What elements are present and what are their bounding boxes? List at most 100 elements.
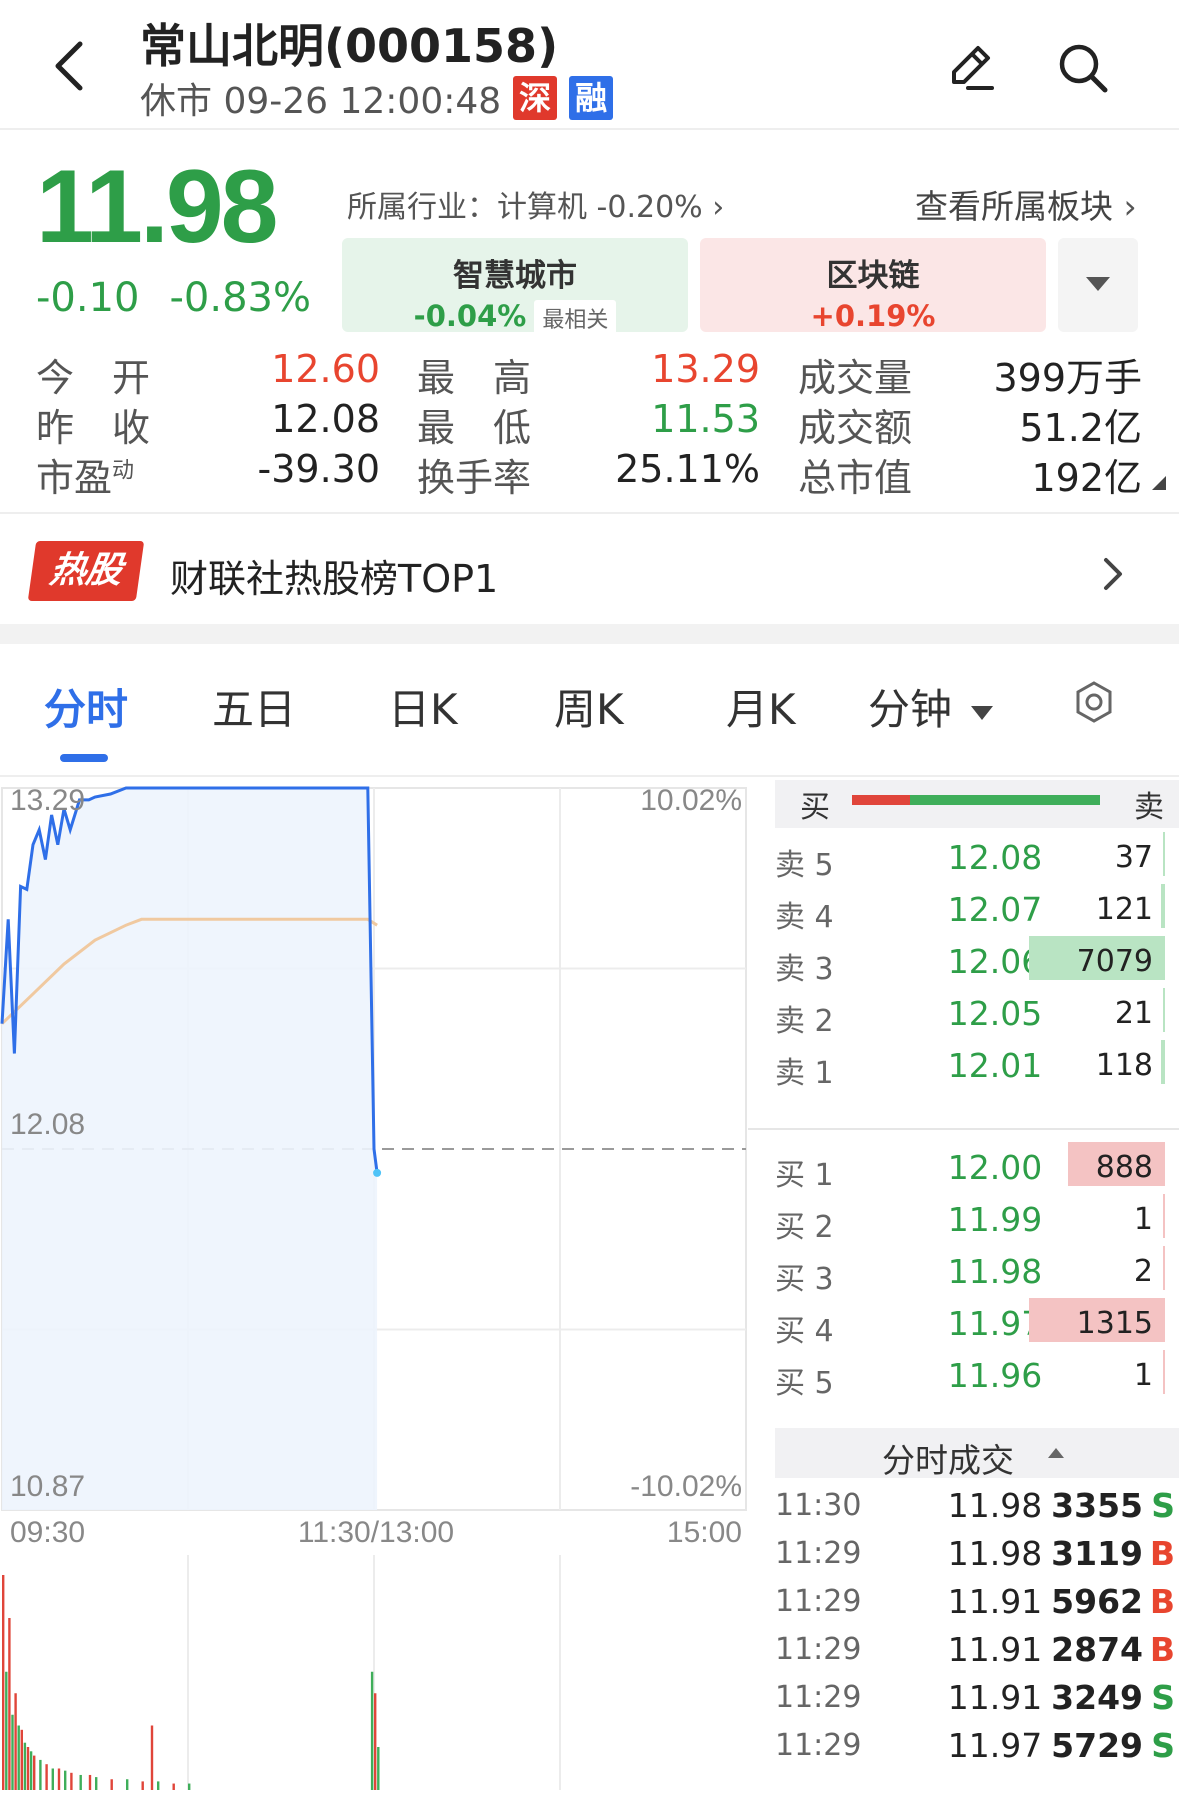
settings-icon[interactable] [1072, 680, 1116, 724]
volume-bar [110, 1779, 113, 1790]
volume-bar [14, 1693, 17, 1790]
level-volume: 37 [1114, 840, 1153, 875]
bid-row[interactable]: 买 3 11.98 2 [775, 1246, 1179, 1306]
ask-row[interactable]: 卖 1 12.01 118 [775, 1040, 1179, 1100]
level-price: 11.99 [947, 1200, 1043, 1239]
pe-label: 市盈动 [36, 447, 134, 502]
tab-monthly-k[interactable]: 月K [726, 676, 796, 737]
sector-change-value: -0.04% [413, 299, 527, 333]
tab-minute[interactable]: 分钟 [868, 676, 995, 737]
caret-up-icon [1048, 1448, 1064, 1458]
level-price: 12.01 [947, 1046, 1043, 1085]
volume-bar [374, 1693, 377, 1790]
view-sector-text: 查看所属板块 [915, 187, 1113, 226]
volume-bar [5, 1671, 8, 1790]
tick-trades-title: 分时成交 [882, 1441, 1014, 1480]
volume-bar [64, 1770, 67, 1790]
volume-bar [141, 1781, 144, 1790]
volume-bar [126, 1779, 129, 1790]
y-axis-max-label: 13.29 [10, 784, 85, 817]
trade-time: 11:29 [775, 1632, 862, 1667]
volume-bar [88, 1774, 92, 1790]
trade-price: 11.91 [947, 1630, 1043, 1669]
amount-value: 51.2亿 [1019, 406, 1142, 450]
level-label: 卖 4 [775, 900, 834, 935]
buy-strength-bar [852, 795, 910, 805]
sector-card-smart-city[interactable]: 智慧城市 -0.04% 最相关 [342, 238, 688, 336]
ask-row[interactable]: 卖 2 12.05 21 [775, 988, 1179, 1048]
tab-intraday[interactable]: 分时 [44, 676, 128, 737]
tick-trade-row: 11:29 11.91 5962 B [775, 1580, 1179, 1628]
sector-change: -0.04% 最相关 [342, 299, 688, 336]
level-price: 12.05 [947, 994, 1043, 1033]
level-label: 买 2 [775, 1210, 834, 1245]
tick-trade-row: 11:29 11.91 3249 S [775, 1676, 1179, 1724]
view-sector-link[interactable]: 查看所属板块 › [915, 180, 1137, 228]
bid-row[interactable]: 买 2 11.99 1 [775, 1194, 1179, 1254]
volume-depth-bar [1163, 988, 1165, 1032]
volume-bar [172, 1783, 175, 1790]
open-value: 12.60 [271, 347, 380, 391]
volume-bar [23, 1742, 27, 1790]
level-label: 买 5 [775, 1366, 834, 1401]
trade-time: 11:29 [775, 1536, 862, 1571]
orderbook-sell-label: 卖 [1134, 790, 1164, 825]
trade-direction: B [1149, 1630, 1175, 1669]
volume-bars [2, 1575, 380, 1790]
level-label: 买 3 [775, 1262, 834, 1297]
trade-time: 11:29 [775, 1584, 862, 1619]
open-label: 今 开 [36, 356, 151, 400]
volume-depth-bar [1161, 1040, 1165, 1084]
prev-close-label: 昨 收 [36, 406, 151, 450]
edit-icon[interactable] [940, 38, 1000, 98]
sector-card-blockchain[interactable]: 区块链 +0.19% [700, 238, 1046, 333]
pe-dynamic-sup: 动 [112, 458, 135, 484]
volume-bar [26, 1747, 30, 1790]
prev-close-value: 12.08 [271, 397, 380, 441]
bid-row[interactable]: 买 4 11.97 1315 [775, 1298, 1179, 1358]
change-percent: -0.83% [169, 275, 312, 321]
level-volume: 888 [1095, 1150, 1153, 1185]
trade-price: 11.91 [947, 1678, 1043, 1717]
tab-daily-k[interactable]: 日K [388, 676, 458, 737]
volume-bar [57, 1768, 61, 1790]
y-axis-right-min-label: -10.02% [630, 1470, 742, 1503]
volume-bar [33, 1755, 36, 1790]
divider [748, 1128, 1179, 1130]
ask-row[interactable]: 卖 3 12.06 7079 [775, 936, 1179, 996]
trade-volume: 5729 [1051, 1726, 1143, 1765]
trade-time: 11:30 [775, 1488, 862, 1523]
ask-row[interactable]: 卖 5 12.08 37 [775, 832, 1179, 892]
hot-stock-badge: 热股 [27, 541, 145, 601]
level-volume: 1315 [1076, 1306, 1153, 1341]
volume-bar [95, 1777, 98, 1790]
back-arrow-icon[interactable] [48, 38, 92, 94]
volume-bar [11, 1714, 14, 1790]
ask-row[interactable]: 卖 4 12.07 121 [775, 884, 1179, 944]
trade-price: 11.97 [947, 1726, 1043, 1765]
volume-bar [188, 1783, 191, 1790]
bid-row[interactable]: 买 5 11.96 1 [775, 1350, 1179, 1410]
price-area [2, 788, 378, 1510]
market-status-text: 休市 09-26 12:00:48 [140, 81, 502, 122]
x-axis-close-label: 15:00 [667, 1516, 742, 1549]
level-volume: 121 [1095, 892, 1153, 927]
intraday-chart[interactable]: 13.29 12.08 10.87 10.02% -10.02% 09:30 1… [0, 780, 748, 1803]
expand-corner-icon[interactable] [1148, 472, 1168, 492]
level-label: 买 4 [775, 1314, 834, 1349]
tab-five-day[interactable]: 五日 [212, 676, 296, 737]
bid-row[interactable]: 买 1 12.00 888 [775, 1142, 1179, 1202]
orderbook-buy-label: 买 [800, 790, 830, 825]
volume-depth-bar [1163, 1350, 1165, 1394]
trade-time: 11:29 [775, 1728, 862, 1763]
more-sectors-button[interactable] [1058, 238, 1138, 332]
level-price: 12.08 [947, 838, 1043, 877]
level-volume: 1 [1133, 1202, 1153, 1237]
volume-bar [150, 1725, 154, 1790]
industry-link[interactable]: 所属行业：计算机 -0.20% › [347, 182, 724, 226]
volume-depth-bar [1163, 832, 1165, 876]
tab-weekly-k[interactable]: 周K [554, 676, 624, 737]
market-status: 休市 09-26 12:00:48 深 融 [140, 72, 614, 124]
search-icon[interactable] [1055, 40, 1111, 96]
header: 常山北明(000158) 休市 09-26 12:00:48 深 融 [0, 0, 1179, 130]
